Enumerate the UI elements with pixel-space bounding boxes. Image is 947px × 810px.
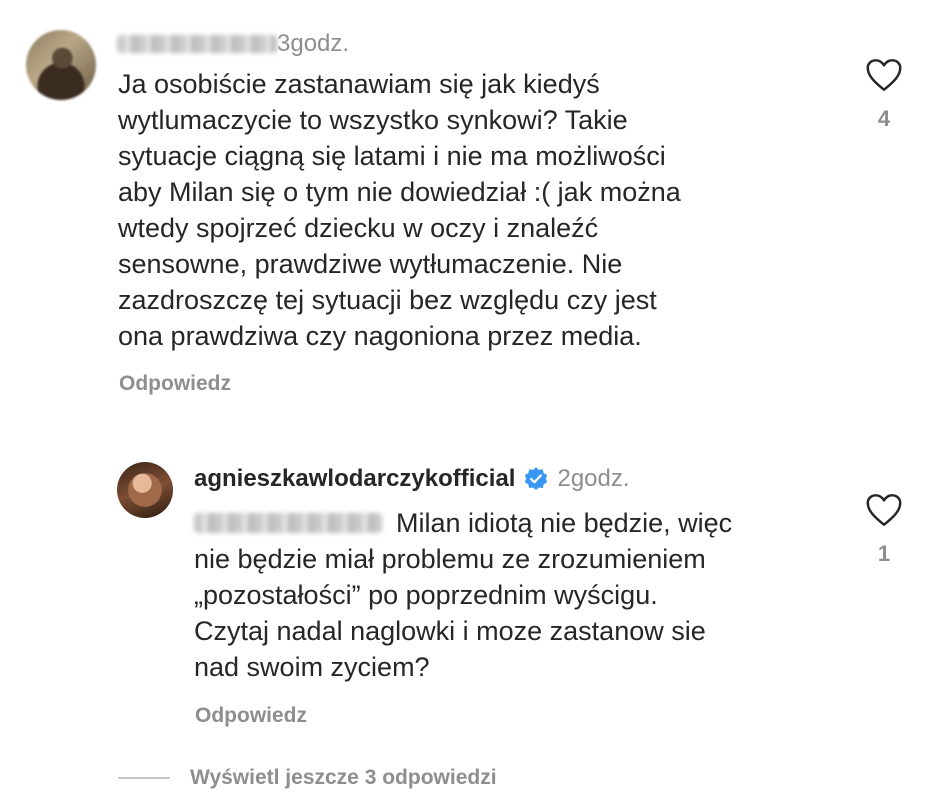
reply-username[interactable]: agnieszkawlodarczykofficial: [194, 465, 515, 493]
thread-divider: [118, 777, 170, 779]
heart-outline-icon[interactable]: [865, 493, 903, 527]
heart-outline-icon[interactable]: [865, 58, 903, 92]
reply-text: nie będzie miał problemu ze zrozumieniem…: [194, 544, 706, 682]
view-more-replies-button[interactable]: Wyświetl jeszcze 3 odpowiedzi: [118, 766, 497, 790]
reply-button[interactable]: Odpowiedz: [195, 704, 307, 728]
verified-badge-icon: [525, 467, 548, 491]
reply-time: 2godz.: [557, 465, 630, 492]
like-count: 1: [877, 541, 891, 566]
redacted-mention[interactable]: [194, 513, 382, 533]
like-block: 1: [859, 493, 909, 567]
view-more-replies-label: Wyświetl jeszcze 3 odpowiedzi: [190, 766, 497, 789]
reply-first-line: Milan idiotą nie będzie, więc: [194, 505, 732, 541]
redacted-username[interactable]: [117, 35, 277, 53]
like-count: 4: [877, 106, 891, 131]
reply-header: agnieszkawlodarczykofficial 2godz.: [194, 462, 630, 496]
comment-header: 3godz.: [117, 28, 349, 60]
comment-text: Ja osobiście zastanawiam się jak kiedyś …: [118, 69, 681, 351]
like-block: 4: [859, 58, 909, 132]
avatar[interactable]: [26, 30, 96, 100]
reply-button[interactable]: Odpowiedz: [119, 372, 231, 396]
avatar[interactable]: [117, 462, 173, 518]
reply-text-line1: Milan idiotą nie będzie, więc: [396, 508, 733, 538]
comment-time: 3godz.: [277, 30, 350, 57]
